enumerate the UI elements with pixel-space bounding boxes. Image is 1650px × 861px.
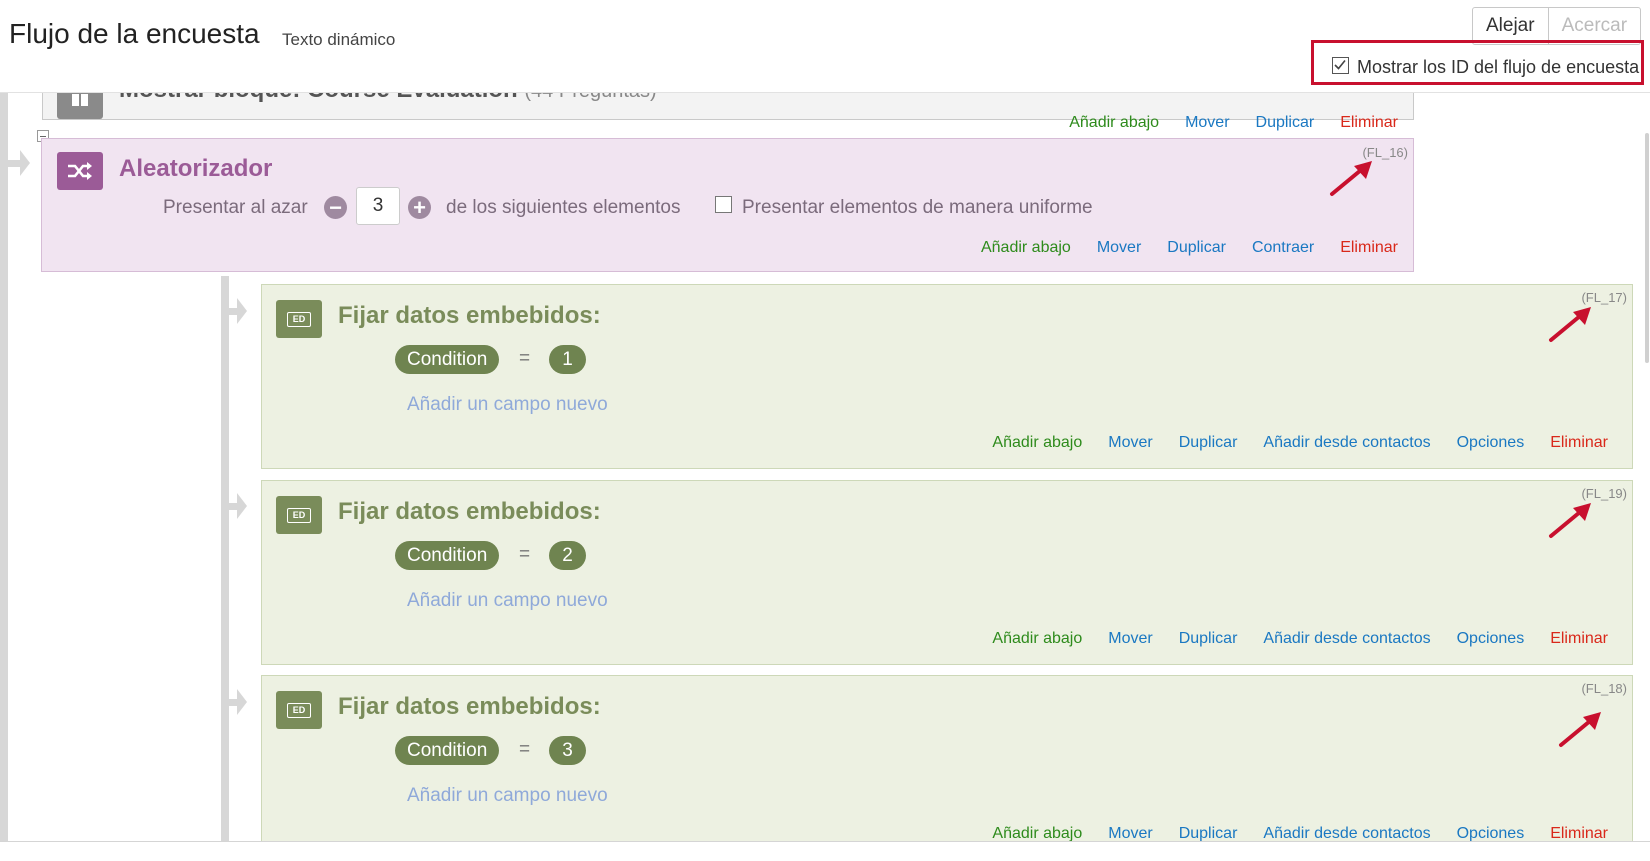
delete-button[interactable]: Eliminar xyxy=(1550,630,1608,648)
minus-circle-icon[interactable]: − xyxy=(324,196,347,219)
add-field-link[interactable]: Añadir un campo nuevo xyxy=(407,394,608,416)
block-title-text: Mostrar bloque: Course Evaluation xyxy=(119,93,518,103)
duplicate-button[interactable]: Duplicar xyxy=(1179,434,1238,452)
show-ids-checkbox[interactable] xyxy=(1332,57,1349,74)
flow-connector xyxy=(8,160,20,167)
red-arrow-icon xyxy=(1549,503,1591,538)
add-from-contacts-button[interactable]: Añadir desde contactos xyxy=(1263,434,1430,452)
options-button[interactable]: Opciones xyxy=(1457,434,1525,452)
add-below-button[interactable]: Añadir abajo xyxy=(1069,114,1159,132)
delete-button[interactable]: Eliminar xyxy=(1550,434,1608,452)
add-below-button[interactable]: Añadir abajo xyxy=(992,434,1082,452)
field-name-pill[interactable]: Condition xyxy=(395,736,500,765)
flow-id-label: (FL_19) xyxy=(1581,486,1627,501)
duplicate-button[interactable]: Duplicar xyxy=(1179,630,1238,648)
add-field-link[interactable]: Añadir un campo nuevo xyxy=(407,590,608,612)
add-from-contacts-button[interactable]: Añadir desde contactos xyxy=(1263,825,1430,841)
show-ids-label[interactable]: Mostrar los ID del flujo de encuesta xyxy=(1357,57,1639,78)
duplicate-button[interactable]: Duplicar xyxy=(1256,114,1315,132)
move-button[interactable]: Mover xyxy=(1108,825,1152,841)
field-value-pill[interactable]: 3 xyxy=(549,736,586,765)
add-field-link[interactable]: Añadir un campo nuevo xyxy=(407,785,608,807)
shuffle-glyph-icon xyxy=(68,162,92,180)
collapse-button[interactable]: Contraer xyxy=(1252,239,1314,257)
embedded-actions: Añadir abajo Mover Duplicar Añadir desde… xyxy=(992,825,1608,841)
embedded-data-card[interactable]: ED Fijar datos embebidos: (FL_18) Condit… xyxy=(261,675,1633,841)
field-value-pill[interactable]: 2 xyxy=(549,541,586,570)
dynamic-text-button[interactable]: Texto dinámico xyxy=(282,30,395,50)
flow-connector xyxy=(229,308,237,315)
embedded-data-icon: ED xyxy=(276,691,322,729)
embedded-actions: Añadir abajo Mover Duplicar Añadir desde… xyxy=(992,630,1608,648)
flow-id-label: (FL_16) xyxy=(1362,145,1408,160)
uniform-label[interactable]: Presentar elementos de manera uniforme xyxy=(742,197,1093,219)
duplicate-button[interactable]: Duplicar xyxy=(1167,239,1226,257)
block-card[interactable]: Mostrar bloque: Course Evaluation (44 Pr… xyxy=(42,93,1414,131)
move-button[interactable]: Mover xyxy=(1097,239,1141,257)
uniform-checkbox[interactable] xyxy=(715,196,732,213)
block-icon xyxy=(57,93,103,119)
move-button[interactable]: Mover xyxy=(1108,434,1152,452)
vertical-scrollbar[interactable] xyxy=(1645,133,1649,363)
flow-arrow-icon xyxy=(237,493,247,519)
embedded-data-title: Fijar datos embebidos: xyxy=(338,498,601,525)
flow-arrow-icon xyxy=(237,689,247,715)
field-name-pill[interactable]: Condition xyxy=(395,541,500,570)
randomizer-actions: Añadir abajo Mover Duplicar Contraer Eli… xyxy=(981,239,1398,257)
embedded-data-title: Fijar datos embebidos: xyxy=(338,302,601,329)
embedded-data-card[interactable]: ED Fijar datos embebidos: (FL_19) Condit… xyxy=(261,480,1633,665)
plus-circle-icon[interactable]: + xyxy=(408,196,431,219)
present-random-label: Presentar al azar xyxy=(163,197,308,218)
block-actions: Añadir abajo Mover Duplicar Eliminar xyxy=(1069,114,1398,132)
flow-connector xyxy=(229,699,237,706)
embedded-data-icon: ED xyxy=(276,496,322,534)
add-from-contacts-button[interactable]: Añadir desde contactos xyxy=(1263,630,1430,648)
block-title: Mostrar bloque: Course Evaluation (44 Pr… xyxy=(119,93,657,104)
flow-line xyxy=(0,93,8,841)
flow-id-label: (FL_17) xyxy=(1581,290,1627,305)
options-button[interactable]: Opciones xyxy=(1457,630,1525,648)
equals-sign: = xyxy=(519,544,531,565)
flow-id-label: (FL_18) xyxy=(1581,681,1627,696)
move-button[interactable]: Mover xyxy=(1185,114,1229,132)
field-value-pill[interactable]: 1 xyxy=(549,345,586,374)
add-below-button[interactable]: Añadir abajo xyxy=(981,239,1071,257)
randomizer-card[interactable]: Aleatorizador (FL_16) Presentar al azar … xyxy=(41,138,1414,272)
random-count-input[interactable] xyxy=(356,187,400,225)
book-icon xyxy=(72,94,88,106)
delete-button[interactable]: Eliminar xyxy=(1550,825,1608,841)
embedded-actions: Añadir abajo Mover Duplicar Añadir desde… xyxy=(992,434,1608,452)
flow-arrow-icon xyxy=(237,298,247,324)
block-question-count: (44 Preguntas) xyxy=(524,93,656,102)
randomizer-title: Aleatorizador xyxy=(119,155,273,182)
flow-connector xyxy=(229,503,237,510)
embedded-data-icon: ED xyxy=(276,300,322,338)
add-below-button[interactable]: Añadir abajo xyxy=(992,825,1082,841)
survey-flow-canvas: Mostrar bloque: Course Evaluation (44 Pr… xyxy=(0,93,1650,841)
delete-button[interactable]: Eliminar xyxy=(1340,239,1398,257)
delete-button[interactable]: Eliminar xyxy=(1340,114,1398,132)
red-arrow-icon xyxy=(1559,712,1601,747)
page-title: Flujo de la encuesta xyxy=(9,18,260,49)
shuffle-icon xyxy=(57,152,103,190)
options-button[interactable]: Opciones xyxy=(1457,825,1525,841)
red-arrow-icon xyxy=(1330,161,1372,196)
duplicate-button[interactable]: Duplicar xyxy=(1179,825,1238,841)
checkmark-icon xyxy=(1334,59,1346,70)
field-name-pill[interactable]: Condition xyxy=(395,345,500,374)
add-below-button[interactable]: Añadir abajo xyxy=(992,630,1082,648)
move-button[interactable]: Mover xyxy=(1108,630,1152,648)
following-elements-label: de los siguientes elementos xyxy=(446,197,681,218)
flow-arrow-icon xyxy=(20,150,30,176)
nested-flow-line xyxy=(221,276,229,841)
equals-sign: = xyxy=(519,739,531,760)
equals-sign: = xyxy=(519,348,531,369)
embedded-data-card[interactable]: ED Fijar datos embebidos: (FL_17) Condit… xyxy=(261,284,1633,469)
embedded-data-title: Fijar datos embebidos: xyxy=(338,693,601,720)
red-arrow-icon xyxy=(1549,307,1591,342)
bottom-margin xyxy=(0,842,1650,861)
